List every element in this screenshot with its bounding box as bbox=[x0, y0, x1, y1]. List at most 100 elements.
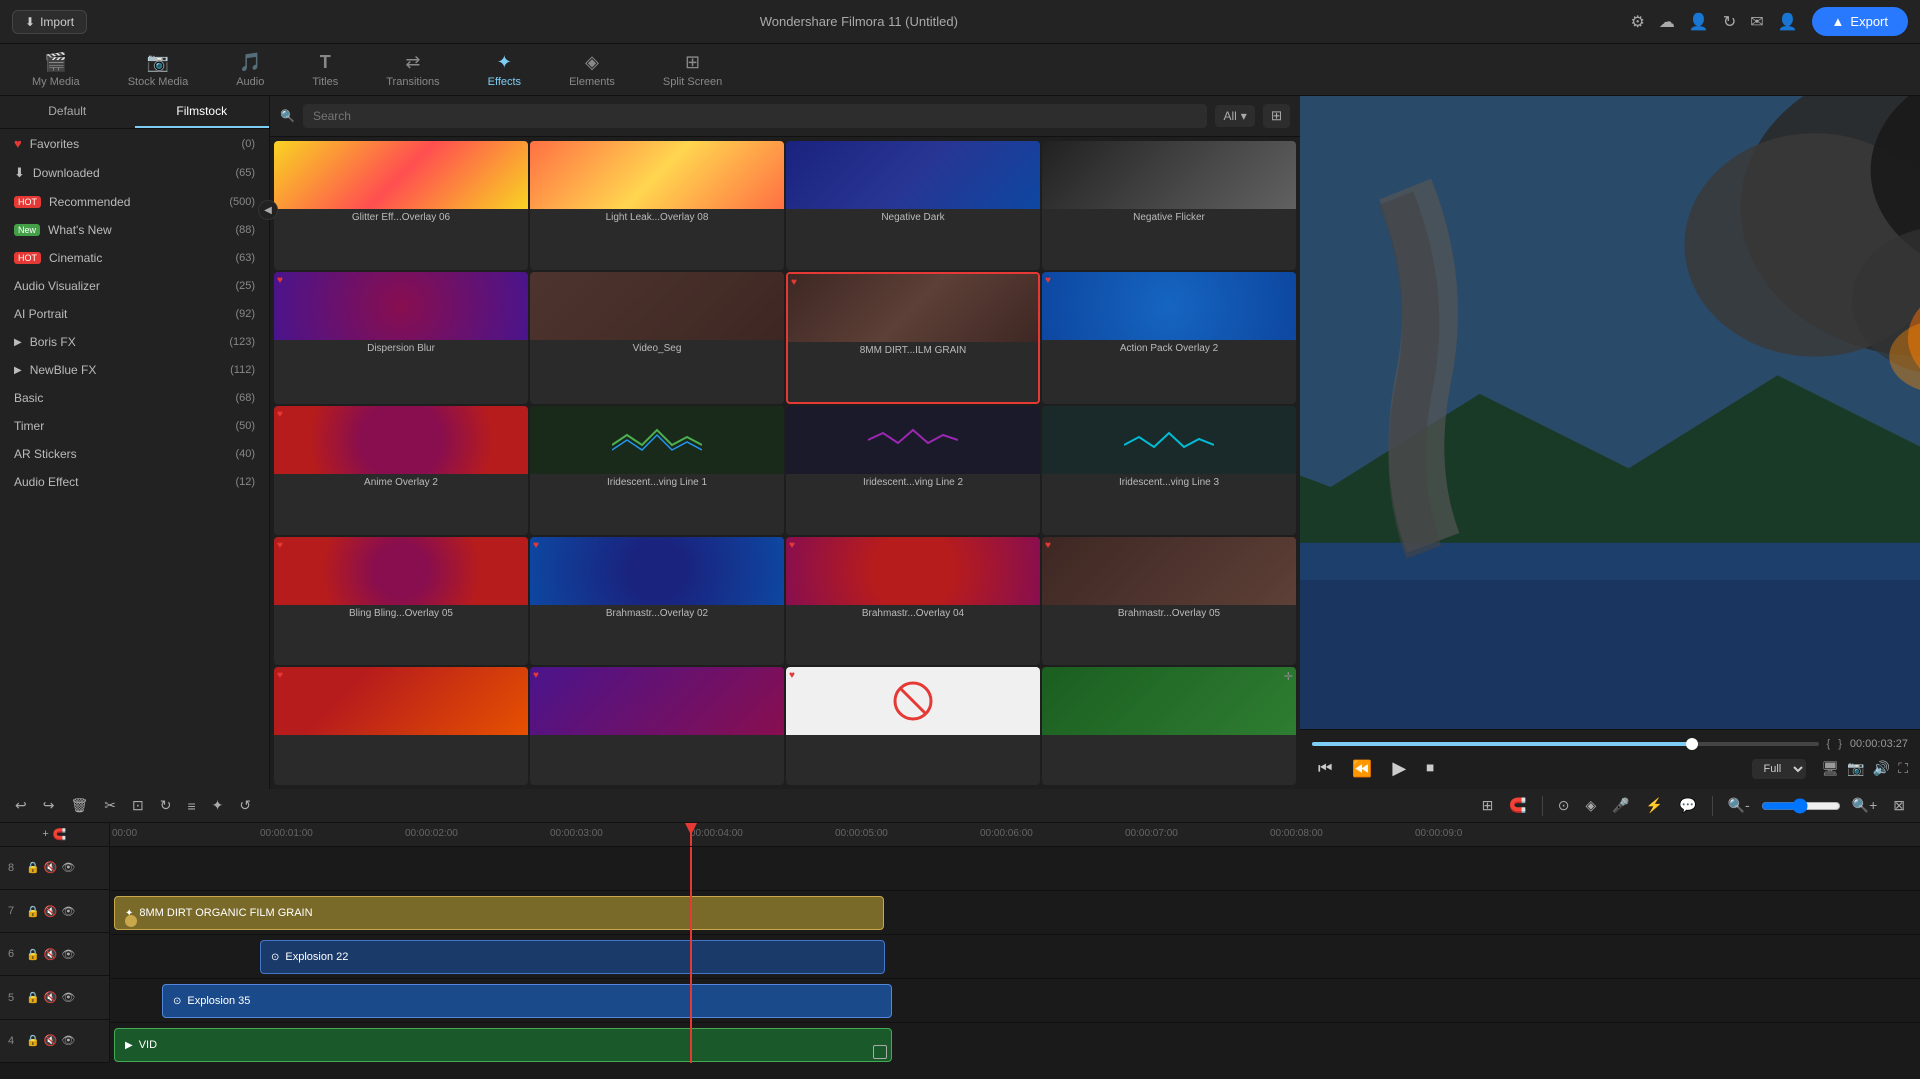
email-icon[interactable]: ✉ bbox=[1750, 12, 1763, 32]
clip-vid[interactable]: ▶ VID bbox=[114, 1028, 892, 1062]
track-visible-5[interactable]: 👁 bbox=[61, 991, 75, 1004]
effect-glitter[interactable]: Glitter Eff...Overlay 06 bbox=[274, 141, 528, 270]
quality-select[interactable]: Full 1/2 1/4 bbox=[1752, 759, 1806, 779]
track-lock-7[interactable]: 🔒 bbox=[26, 905, 40, 918]
track-lock-4[interactable]: 🔒 bbox=[26, 1034, 40, 1047]
track-lock-5[interactable]: 🔒 bbox=[26, 991, 40, 1004]
monitor-icon[interactable]: 🖥 bbox=[1822, 760, 1840, 777]
fit-button[interactable]: ⊠ bbox=[1888, 795, 1910, 816]
zoom-in-button[interactable]: 🔍+ bbox=[1847, 795, 1883, 816]
loop-button[interactable]: ↻ bbox=[155, 795, 177, 816]
track-mute-5[interactable]: 🔇 bbox=[44, 991, 58, 1004]
magnet-button[interactable]: 🧲 bbox=[1504, 795, 1531, 816]
sidebar-item-cinematic[interactable]: HOT Cinematic (63) bbox=[0, 244, 269, 272]
zoom-slider[interactable] bbox=[1761, 798, 1841, 814]
track-visible-4[interactable]: 👁 bbox=[61, 1034, 75, 1047]
effect-row5b[interactable]: ♥ bbox=[530, 667, 784, 785]
sidebar-item-timer[interactable]: Timer (50) bbox=[0, 412, 269, 440]
effect-row5d[interactable]: ✛ bbox=[1042, 667, 1296, 785]
search-input[interactable] bbox=[303, 104, 1208, 128]
zoom-out-button[interactable]: 🔍- bbox=[1723, 795, 1755, 816]
delete-button[interactable]: 🗑 bbox=[65, 795, 93, 816]
track-lock-8[interactable]: 🔒 bbox=[26, 861, 40, 874]
play-button[interactable]: ▶ bbox=[1386, 756, 1412, 781]
fullscreen-icon[interactable]: ⛶ bbox=[1898, 760, 1908, 777]
scene-detect-button[interactable]: ⊙ bbox=[1553, 795, 1575, 816]
effect-row5c[interactable]: ♥ bbox=[786, 667, 1040, 785]
tab-my-media[interactable]: 🎬 My Media bbox=[24, 48, 88, 92]
tab-split-screen[interactable]: ⊞ Split Screen bbox=[655, 48, 730, 92]
track-visible-7[interactable]: 👁 bbox=[61, 905, 75, 918]
filter-dropdown[interactable]: All ▾ bbox=[1215, 105, 1254, 127]
effects-button[interactable]: ✦ bbox=[207, 795, 229, 816]
voiceover-button[interactable]: 💬 bbox=[1674, 795, 1701, 816]
cloud-icon[interactable]: ☁ bbox=[1659, 12, 1675, 32]
account-icon[interactable]: 👤 bbox=[1778, 12, 1798, 32]
import-button[interactable]: ⬇ Import bbox=[12, 10, 87, 34]
sidebar-item-audio-effect[interactable]: Audio Effect (12) bbox=[0, 468, 269, 496]
grid-view-button[interactable]: ⊞ bbox=[1263, 104, 1290, 128]
effect-videoseg[interactable]: Video_Seg bbox=[530, 272, 784, 405]
left-tab-filmstock[interactable]: Filmstock bbox=[135, 96, 270, 128]
mic-button[interactable]: 🎤 bbox=[1607, 795, 1634, 816]
add-track-button[interactable]: ⊞ bbox=[1477, 795, 1499, 816]
clip-explosion35-v2[interactable]: ⊙ Explosion 35 bbox=[162, 984, 892, 1018]
refresh-icon[interactable]: ↻ bbox=[1723, 12, 1736, 32]
effect-iridescent2[interactable]: Iridescent...ving Line 2 bbox=[786, 406, 1040, 535]
effect-brahmastr2[interactable]: ♥ Brahmastr...Overlay 02 bbox=[530, 537, 784, 666]
adjust-button[interactable]: ≡ bbox=[182, 796, 200, 816]
effect-iridescent1[interactable]: Iridescent...ving Line 1 bbox=[530, 406, 784, 535]
settings-icon[interactable]: ⚙ bbox=[1631, 12, 1645, 32]
user-icon[interactable]: 👤 bbox=[1689, 12, 1709, 32]
track-mute-7[interactable]: 🔇 bbox=[44, 905, 58, 918]
track-mute-4[interactable]: 🔇 bbox=[44, 1034, 58, 1047]
sidebar-item-ar-stickers[interactable]: AR Stickers (40) bbox=[0, 440, 269, 468]
stop-button[interactable]: ⏹ bbox=[1420, 758, 1440, 780]
preview-progress-bar[interactable] bbox=[1312, 742, 1819, 746]
tab-titles[interactable]: T Titles bbox=[304, 48, 346, 92]
sidebar-item-favorites[interactable]: ♥ Favorites (0) bbox=[0, 129, 269, 158]
crop-button[interactable]: ⊡ bbox=[127, 795, 149, 816]
tab-audio[interactable]: 🎵 Audio bbox=[228, 48, 272, 92]
export-button[interactable]: ▲ Export bbox=[1812, 7, 1908, 36]
tab-effects[interactable]: ✦ Effects bbox=[480, 48, 529, 92]
add-track-top-button[interactable]: + bbox=[42, 828, 48, 840]
play-back-button[interactable]: ⏪ bbox=[1346, 757, 1378, 781]
effect-negdark[interactable]: Negative Dark bbox=[786, 141, 1040, 270]
sidebar-item-recommended[interactable]: HOT Recommended (500) bbox=[0, 188, 269, 216]
effect-brahmastr5[interactable]: ♥ Brahmastr...Overlay 05 bbox=[1042, 537, 1296, 666]
effect-bling[interactable]: ♥ Bling Bling...Overlay 05 bbox=[274, 537, 528, 666]
sidebar-item-boris-fx[interactable]: ▶ Boris FX (123) bbox=[0, 328, 269, 356]
marker-button[interactable]: ◈ bbox=[1580, 795, 1601, 816]
effect-iridescent3[interactable]: Iridescent...ving Line 3 bbox=[1042, 406, 1296, 535]
speed-button[interactable]: ⚡ bbox=[1641, 795, 1668, 816]
sidebar-item-newblue-fx[interactable]: ▶ NewBlue FX (112) bbox=[0, 356, 269, 384]
motion-button[interactable]: ↺ bbox=[234, 795, 256, 816]
effect-row5a[interactable]: ♥ bbox=[274, 667, 528, 785]
step-back-button[interactable]: ⏮ bbox=[1312, 758, 1338, 780]
track-mute-6[interactable]: 🔇 bbox=[44, 948, 58, 961]
track-lock-6[interactable]: 🔒 bbox=[26, 948, 40, 961]
track-mute-8[interactable]: 🔇 bbox=[44, 861, 58, 874]
effect-lightleak[interactable]: Light Leak...Overlay 08 bbox=[530, 141, 784, 270]
camera-icon[interactable]: 📷 bbox=[1847, 760, 1864, 777]
cut-button[interactable]: ✂ bbox=[99, 795, 121, 816]
left-tab-default[interactable]: Default bbox=[0, 96, 135, 128]
effect-brahmastr4[interactable]: ♥ Brahmastr...Overlay 04 bbox=[786, 537, 1040, 666]
tab-elements[interactable]: ◈ Elements bbox=[561, 48, 623, 92]
effect-actionpack[interactable]: ♥ Action Pack Overlay 2 bbox=[1042, 272, 1296, 405]
sidebar-item-audio-visualizer[interactable]: Audio Visualizer (25) bbox=[0, 272, 269, 300]
magnet-top-button[interactable]: 🧲 bbox=[53, 828, 67, 841]
sidebar-item-basic[interactable]: Basic (68) bbox=[0, 384, 269, 412]
effect-8mm[interactable]: ♥ 8MM DIRT...ILM GRAIN bbox=[786, 272, 1040, 405]
track-visible-8[interactable]: 👁 bbox=[61, 861, 75, 874]
sidebar-item-downloaded[interactable]: ⬇ Downloaded (65) bbox=[0, 158, 269, 188]
clip-explosion22[interactable]: ⊙ Explosion 22 bbox=[260, 940, 885, 974]
sidebar-item-whats-new[interactable]: New What's New (88) bbox=[0, 216, 269, 244]
tab-stock-media[interactable]: 📷 Stock Media bbox=[120, 48, 197, 92]
redo-button[interactable]: ↪ bbox=[38, 795, 60, 816]
sidebar-item-ai-portrait[interactable]: AI Portrait (92) bbox=[0, 300, 269, 328]
clip-8mm-grain[interactable]: ✦ 8MM DIRT ORGANIC FILM GRAIN bbox=[114, 896, 884, 930]
effect-negflicker[interactable]: Negative Flicker bbox=[1042, 141, 1296, 270]
effect-anime[interactable]: ♥ Anime Overlay 2 bbox=[274, 406, 528, 535]
